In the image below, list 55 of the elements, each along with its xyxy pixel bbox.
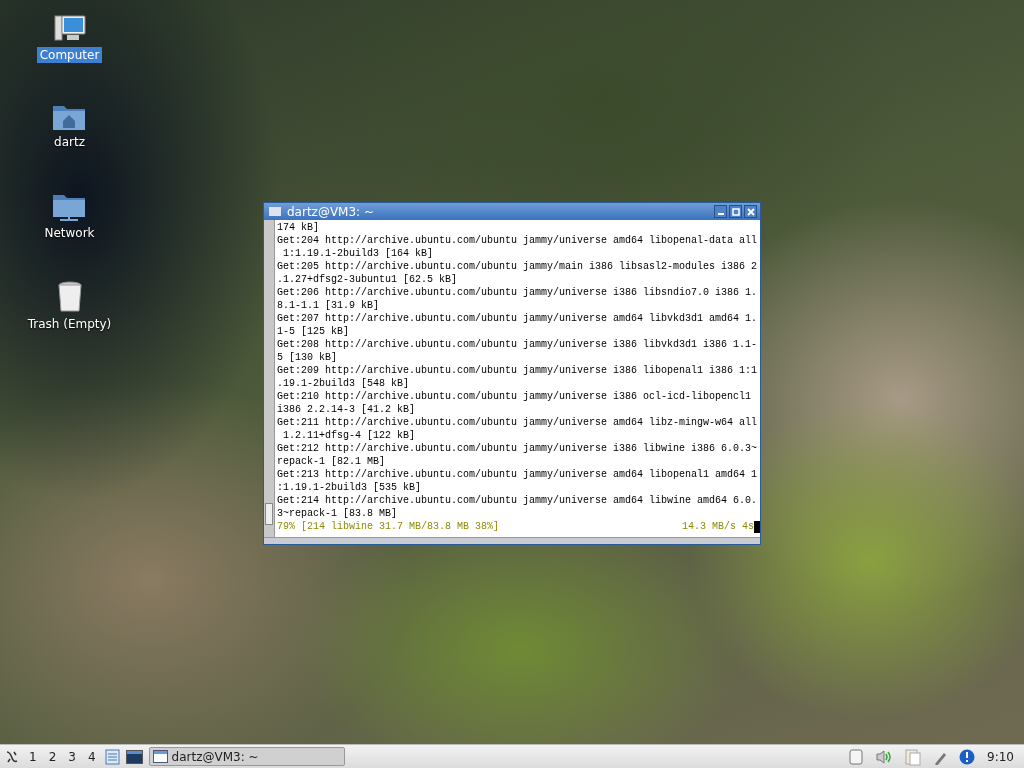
- clipboard-icon[interactable]: [905, 747, 922, 766]
- progress-status: 79% [214 libwine 31.7 MB/83.8 MB 38%]: [277, 520, 500, 533]
- terminal-line: Get:214 http://archive.ubuntu.com/ubuntu jammy/universe amd64 libwine amd64 6.0.: [277, 494, 759, 507]
- home-folder-icon[interactable]: [52, 103, 87, 131]
- vertical-scrollbar[interactable]: [264, 220, 275, 537]
- terminal-line: Get:209 http://archive.ubuntu.com/ubuntu jammy/universe i386 libopenal1 i386 1:1: [277, 364, 759, 377]
- terminal-line: :1.19.1-2build3 [535 kB]: [277, 481, 423, 494]
- window-icon: [152, 750, 168, 763]
- close-button[interactable]: [744, 205, 757, 218]
- terminal-line: 8.1-1.1 [31.9 kB]: [277, 299, 381, 312]
- terminal-line: Get:212 http://archive.ubuntu.com/ubuntu jammy/universe i386 libwine i386 6.0.3~: [277, 442, 759, 455]
- terminal-line: 1:1.19.1-2build3 [164 kB]: [282, 247, 435, 260]
- taskbar-window-button[interactable]: dartz@VM3: ~: [148, 747, 345, 766]
- clock[interactable]: 9:10: [987, 749, 1020, 764]
- terminal-line: Get:211 http://archive.ubuntu.com/ubuntu jammy/universe amd64 libz-mingw-w64 all: [277, 416, 759, 429]
- info-icon[interactable]: [959, 748, 976, 765]
- terminal-line: Get:206 http://archive.ubuntu.com/ubuntu jammy/universe i386 libsndio7.0 i386 1.: [277, 286, 759, 299]
- desktop-icon-label[interactable]: Trash (Empty): [24, 316, 115, 332]
- desktop-icon-label[interactable]: Network: [41, 225, 98, 241]
- desktop-icon-label[interactable]: dartz: [51, 134, 88, 150]
- workspace-button[interactable]: 3: [65, 749, 79, 764]
- terminal-line: Get:210 http://archive.ubuntu.com/ubuntu jammy/universe i386 ocl-icd-libopencl1: [277, 390, 753, 403]
- window-title: dartz@VM3: ~: [287, 204, 376, 219]
- terminal-line: Get:207 http://archive.ubuntu.com/ubuntu jammy/universe amd64 libvkd3d1 amd64 1.: [277, 312, 759, 325]
- terminal-line: 174 kB]: [277, 221, 320, 234]
- terminal-line: .19.1-2build3 [548 kB]: [277, 377, 411, 390]
- terminal-line: 1-5 [125 kB]: [277, 325, 350, 338]
- trash-icon[interactable]: [56, 281, 83, 313]
- download-speed: 14.3 MB/s 4s: [682, 520, 754, 533]
- minimize-icon: [717, 213, 724, 215]
- minimize-button[interactable]: [714, 205, 727, 218]
- terminal-line: 3~repack-1 [83.8 MB]: [277, 507, 399, 520]
- terminal-icon[interactable]: [125, 749, 143, 764]
- volume-icon[interactable]: [875, 748, 894, 765]
- cursor-block: [754, 520, 760, 533]
- terminal-line: Get:205 http://archive.ubuntu.com/ubuntu jammy/main i386 libsasl2-modules i386 2: [277, 260, 759, 273]
- maximize-button[interactable]: [729, 205, 742, 218]
- terminal-line: repack-1 [82.1 MB]: [277, 455, 387, 468]
- workspace-button[interactable]: 2: [45, 749, 60, 764]
- terminal-line: 5 [130 kB]: [277, 351, 338, 364]
- terminal-line: Get:208 http://archive.ubuntu.com/ubuntu jammy/universe i386 libvkd3d1 i386 1.1-: [277, 338, 759, 351]
- workspace-button[interactable]: 1: [26, 749, 40, 764]
- terminal-line: Get:204 http://archive.ubuntu.com/ubuntu jammy/universe amd64 libopenal-data all: [277, 234, 759, 247]
- menu-icon[interactable]: [4, 748, 20, 765]
- terminal-line: i386 2.2.14-3 [41.2 kB]: [277, 403, 417, 416]
- network-folder-icon[interactable]: [52, 192, 87, 222]
- workspace-button[interactable]: 4: [84, 749, 99, 764]
- horizontal-scrollbar[interactable]: [264, 537, 760, 544]
- terminal-line: Get:213 http://archive.ubuntu.com/ubuntu jammy/universe amd64 libopenal1 amd64 1: [277, 468, 759, 481]
- maximize-icon: [731, 207, 740, 216]
- close-icon: [746, 207, 755, 216]
- terminal-line: .1.27+dfsg2-3ubuntu1 [62.5 kB]: [277, 273, 459, 286]
- desktop-icon-label[interactable]: Computer: [36, 47, 103, 63]
- computer-icon[interactable]: [52, 14, 87, 44]
- terminal-line: 1.2.11+dfsg-4 [122 kB]: [282, 429, 417, 442]
